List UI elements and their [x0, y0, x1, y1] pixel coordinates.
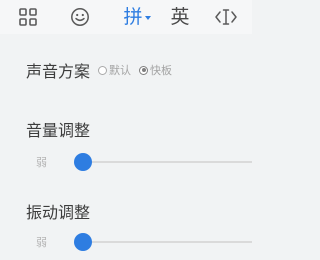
- vibration-title: 振动调整: [26, 203, 91, 222]
- cursor-move-button[interactable]: [204, 0, 248, 34]
- vibration-slider[interactable]: 弱: [36, 230, 252, 254]
- vibration-slider-track[interactable]: [82, 241, 252, 243]
- keyboard-toolbar: 拼 英: [0, 0, 252, 34]
- radio-checked-icon: [139, 65, 149, 75]
- grid-icon: [19, 8, 37, 26]
- emoji-button[interactable]: [62, 0, 98, 34]
- smiley-icon: [71, 8, 89, 26]
- volume-slider-track[interactable]: [82, 161, 252, 163]
- pinyin-label: 拼: [123, 6, 143, 28]
- input-method-settings-panel: 拼 英 声音方案 默认 快板 音量调整 弱 振动调整 弱: [0, 0, 252, 260]
- sound-scheme-option-label: 默认: [109, 64, 132, 77]
- radio-unchecked-icon: [98, 65, 108, 75]
- sound-scheme-row: 声音方案 默认 快板: [26, 58, 180, 82]
- sound-scheme-option-default[interactable]: 默认: [98, 62, 131, 78]
- volume-min-label: 弱: [36, 156, 47, 169]
- english-label: 英: [170, 6, 190, 28]
- cursor-move-icon: [215, 9, 237, 25]
- vibration-slider-thumb[interactable]: [74, 233, 92, 251]
- sound-scheme-title: 声音方案: [26, 62, 91, 81]
- grid-menu-button[interactable]: [8, 0, 48, 34]
- english-mode-button[interactable]: 英: [160, 0, 200, 34]
- pinyin-mode-button[interactable]: 拼: [112, 0, 162, 34]
- vibration-min-label: 弱: [36, 236, 47, 249]
- sound-scheme-option-allegro[interactable]: 快板: [139, 62, 172, 78]
- volume-slider[interactable]: 弱: [36, 150, 252, 174]
- volume-title: 音量调整: [26, 121, 91, 140]
- sound-scheme-option-label: 快板: [150, 64, 173, 77]
- chevron-down-icon: [144, 16, 151, 20]
- volume-slider-thumb[interactable]: [74, 153, 92, 171]
